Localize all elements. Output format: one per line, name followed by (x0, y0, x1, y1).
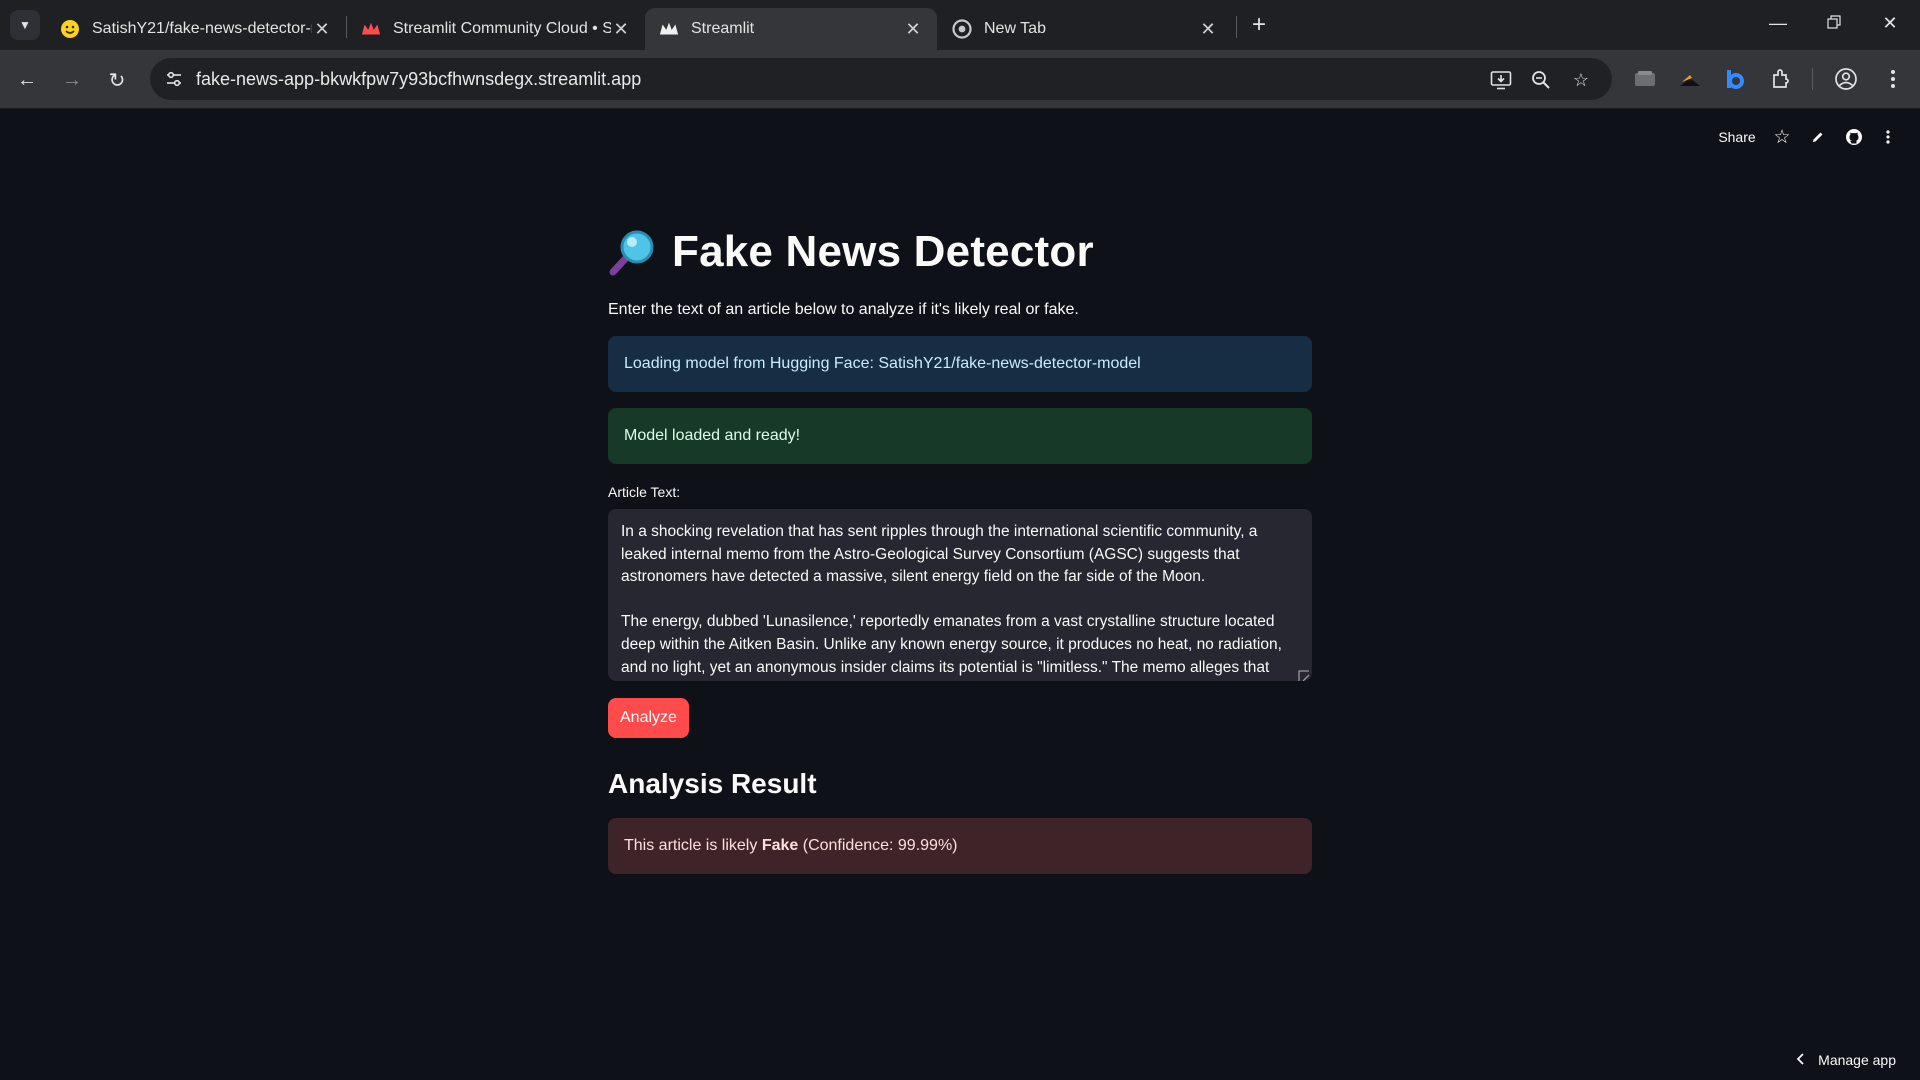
arrow-left-icon: ← (17, 68, 37, 91)
zoom-icon[interactable] (1528, 67, 1554, 93)
article-text-area[interactable]: In a shocking revelation that has sent r… (608, 509, 1312, 681)
article-paragraph: In a shocking revelation that has sent r… (621, 523, 1258, 586)
chevron-left-icon (1796, 1052, 1804, 1068)
tab-divider (1236, 16, 1237, 38)
close-icon[interactable]: ✕ (312, 19, 332, 40)
chrome-icon (952, 19, 972, 39)
back-button[interactable]: ← (11, 64, 43, 96)
edit-pencil-icon[interactable] (1804, 122, 1832, 152)
address-bar[interactable]: fake-news-app-bkwkfpw7y93bcfhwnsdegx.str… (150, 58, 1612, 100)
tab-title: New Tab (984, 20, 1046, 37)
tab-title: SatishY21/fake-news-detector-m (92, 20, 312, 37)
magnifying-glass-icon (608, 227, 658, 277)
browser-tab-streamlit-cloud[interactable]: Streamlit Community Cloud • Sh ✕ (347, 8, 645, 50)
browser-tab-huggingface[interactable]: SatishY21/fake-news-detector-m ✕ (46, 8, 346, 50)
share-button[interactable]: Share (1712, 122, 1762, 152)
share-label: Share (1718, 129, 1756, 145)
browser-tab-new-tab[interactable]: New Tab ✕ (938, 8, 1232, 50)
analysis-result-heading: Analysis Result (608, 768, 817, 799)
success-alert: Model loaded and ready! (608, 408, 1312, 464)
info-alert: Loading model from Hugging Face: SatishY… (608, 336, 1312, 392)
streamlit-crown-icon (361, 19, 381, 39)
minimize-icon: — (1769, 12, 1787, 33)
minimize-button[interactable]: — (1750, 0, 1806, 46)
page-title: Fake News Detector (672, 227, 1094, 276)
install-app-icon[interactable] (1488, 67, 1514, 93)
plus-icon: + (1251, 11, 1266, 38)
reload-button[interactable]: ↻ (101, 64, 133, 96)
close-icon[interactable]: ✕ (1198, 19, 1218, 40)
arrow-right-icon: → (62, 68, 82, 91)
close-icon[interactable]: ✕ (611, 19, 631, 40)
tab-title: Streamlit Community Cloud • Sh (393, 20, 611, 37)
close-icon[interactable]: ✕ (903, 19, 923, 40)
success-alert-text: Model loaded and ready! (624, 427, 801, 444)
restore-button[interactable] (1806, 0, 1862, 46)
new-tab-button[interactable]: + (1244, 10, 1274, 40)
close-icon: ✕ (1882, 12, 1898, 33)
tab-search-button[interactable]: ▼ (10, 10, 40, 40)
resize-handle-icon[interactable] (1298, 667, 1310, 681)
streamlit-crown-icon (659, 19, 679, 39)
manage-app-button[interactable]: Manage app (1796, 1052, 1896, 1068)
result-prefix: This article is likely (624, 837, 758, 854)
analyze-button[interactable]: Analyze (608, 698, 689, 738)
article-text-label: Article Text: (608, 484, 681, 500)
extension-icon[interactable] (1720, 64, 1750, 94)
page-subtitle: Enter the text of an article below to an… (608, 301, 1079, 318)
result-confidence: (Confidence: 99.99%) (802, 837, 958, 854)
tab-title: Streamlit (691, 20, 755, 37)
browser-tab-streamlit[interactable]: Streamlit ✕ (645, 8, 937, 50)
result-label: Fake (761, 837, 799, 854)
main-content: Fake News Detector Enter the text of an … (608, 220, 1312, 874)
info-alert-text: Loading model from Hugging Face: SatishY… (624, 355, 1141, 372)
site-info-icon[interactable] (162, 67, 186, 91)
result-alert: This article is likely Fake (Confidence:… (608, 818, 1312, 874)
reload-icon: ↻ (108, 69, 126, 92)
browser-toolbar: ← → ↻ fake-news-app-bkwkfpw7y93bcfhwnsde… (0, 50, 1920, 109)
hugging-face-icon (60, 19, 80, 39)
manage-app-label: Manage app (1818, 1052, 1896, 1068)
chevron-down-icon: ▼ (19, 18, 31, 32)
toolbar-divider (1812, 68, 1813, 90)
browser-tab-strip: ▼ SatishY21/fake-news-detector-m ✕ Strea… (0, 0, 1920, 50)
extension-icon[interactable] (1630, 64, 1660, 94)
favorite-star-icon[interactable]: ☆ (1768, 122, 1796, 152)
github-icon[interactable] (1840, 122, 1868, 152)
profile-icon[interactable] (1831, 64, 1861, 94)
puzzle-icon[interactable] (1766, 64, 1796, 94)
url-text[interactable]: fake-news-app-bkwkfpw7y93bcfhwnsdegx.str… (196, 69, 641, 90)
restore-icon (1827, 13, 1841, 34)
forward-button[interactable]: → (56, 64, 88, 96)
extension-icon[interactable] (1675, 64, 1705, 94)
article-paragraph: The energy, dubbed 'Lunasilence,' report… (621, 613, 1282, 676)
bookmark-star-icon[interactable]: ☆ (1568, 67, 1594, 93)
close-window-button[interactable]: ✕ (1862, 0, 1918, 46)
more-vertical-icon[interactable] (1878, 64, 1908, 94)
page-title-row: Fake News Detector (608, 220, 1312, 284)
app-menu-icon[interactable] (1876, 122, 1900, 152)
